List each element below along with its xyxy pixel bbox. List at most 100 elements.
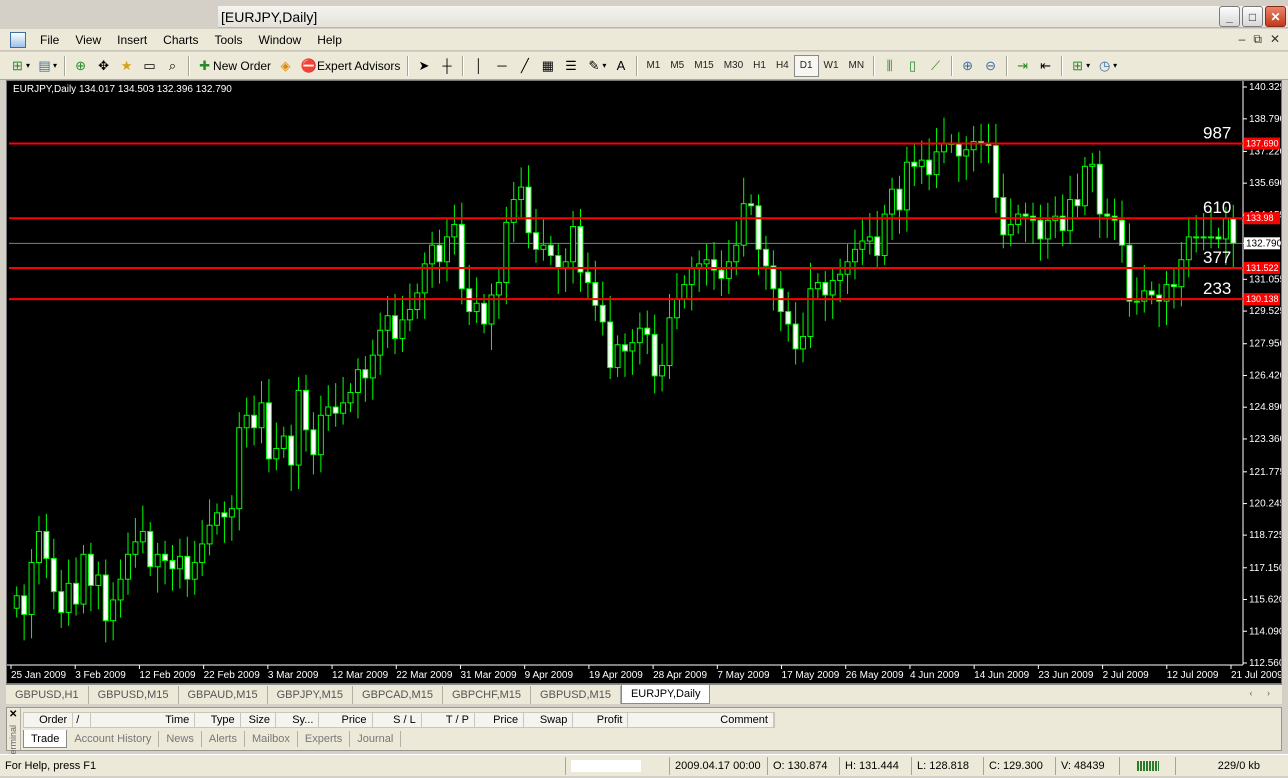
timeframe-m1[interactable]: M1	[641, 55, 665, 77]
chart-tab-gbpchf-m15[interactable]: GBPCHF,M15	[443, 686, 532, 704]
candlestick-button[interactable]: ▯	[901, 55, 924, 77]
timeframe-m15[interactable]: M15	[689, 55, 718, 77]
candle-body	[199, 543, 206, 564]
terminal-tab-account-history[interactable]: Account History	[67, 731, 160, 747]
mdi-restore-button[interactable]: ⧉	[1253, 32, 1262, 47]
chart-tab-gbpcad-m15[interactable]: GBPCAD,M15	[353, 686, 443, 704]
autoscroll-button[interactable]: ⇥	[1011, 55, 1034, 77]
chart-shift-button[interactable]: ⇤	[1034, 55, 1057, 77]
trendline-tool[interactable]: ╱	[513, 55, 536, 77]
terminal-tab-mailbox[interactable]: Mailbox	[245, 731, 298, 747]
candle-body	[570, 226, 577, 263]
expert-advisors-button[interactable]: ⛔ Expert Advisors	[297, 55, 403, 77]
maximize-button[interactable]: □	[1242, 6, 1263, 27]
chart-tab-gbpaud-m15[interactable]: GBPAUD,M15	[179, 686, 268, 704]
crosshair-tool[interactable]: ┼	[435, 55, 458, 77]
market-watch-button[interactable]: ⊕	[69, 55, 92, 77]
terminal-button[interactable]: ▭	[138, 55, 161, 77]
menu-charts[interactable]: Charts	[155, 33, 206, 47]
terminal-tab-trade[interactable]: Trade	[23, 730, 68, 748]
minimize-button[interactable]: _	[1219, 6, 1240, 27]
chart-tab-gbpjpy-m15[interactable]: GBPJPY,M15	[268, 686, 354, 704]
column-comment[interactable]: Comment	[628, 713, 774, 727]
column-take-profit[interactable]: T / P	[422, 713, 475, 727]
timeframe-m5[interactable]: M5	[665, 55, 689, 77]
navigator-button[interactable]: ✥	[92, 55, 115, 77]
terminal-close-icon[interactable]: ✕	[9, 709, 17, 720]
tester-button[interactable]: ⌕	[161, 55, 184, 77]
shapes-icon: ✎	[588, 57, 600, 73]
timeframe-h4[interactable]: H4	[771, 55, 794, 77]
line-chart-button[interactable]: ⟋	[924, 55, 947, 77]
indicators-button[interactable]: ⊞ ▾	[1066, 55, 1093, 77]
horizontal-line-tool[interactable]: ─	[490, 55, 513, 77]
tab-scroll-arrows[interactable]: ‹ ›	[1250, 688, 1277, 698]
shapes-tool[interactable]: ✎ ▾	[582, 55, 609, 77]
candle-body	[303, 389, 310, 431]
toolbar-separator	[1061, 55, 1063, 76]
zoom-out-button[interactable]: ⊖	[979, 55, 1002, 77]
column-type[interactable]: Type	[195, 713, 241, 727]
column-size[interactable]: Size	[241, 713, 277, 727]
terminal-tab-experts[interactable]: Experts	[298, 731, 351, 747]
column-sort-indicator[interactable]: /	[73, 713, 92, 727]
app-icon[interactable]	[10, 31, 26, 48]
channel-tool[interactable]: ▦	[536, 55, 559, 77]
timeframe-d1[interactable]: D1	[793, 54, 819, 77]
time-tick-label: 17 May 2009	[782, 670, 840, 681]
chart-tab-gbpusd-h1[interactable]: GBPUSD,H1	[6, 686, 89, 704]
terminal-tab-alerts[interactable]: Alerts	[202, 731, 245, 747]
chart-window[interactable]: 140.325138.790137.220135.690134.155132.7…	[6, 80, 1282, 684]
menu-help[interactable]: Help	[309, 33, 350, 47]
candle-body	[673, 298, 680, 319]
menu-window[interactable]: Window	[251, 33, 310, 47]
menu-tools[interactable]: Tools	[207, 33, 251, 47]
new-order-button[interactable]: ✚ New Order	[193, 55, 274, 77]
price-tick-label: 131.055	[1249, 274, 1281, 285]
status-volume: V: 48439	[1055, 756, 1119, 775]
column-order[interactable]: Order	[24, 713, 74, 727]
profiles-button[interactable]: ▤ ▾	[33, 55, 60, 77]
bar-chart-button[interactable]: ⫼	[878, 55, 901, 77]
menu-insert[interactable]: Insert	[109, 33, 155, 47]
column-profit[interactable]: Profit	[573, 713, 629, 727]
column-time[interactable]: Time	[91, 713, 196, 727]
chart-tab-eurjpy-daily[interactable]: EURJPY,Daily	[620, 685, 711, 704]
timeframe-w1[interactable]: W1	[819, 55, 844, 77]
column-stop-loss[interactable]: S / L	[373, 713, 422, 727]
mdi-minimize-button[interactable]: –	[1239, 32, 1246, 47]
price-chart[interactable]: 140.325138.790137.220135.690134.155132.7…	[7, 81, 1281, 683]
close-button[interactable]: ✕	[1265, 6, 1286, 27]
periods-button[interactable]: ◷ ▾	[1093, 55, 1120, 77]
column-swap[interactable]: Swap	[524, 713, 574, 727]
terminal-tab-journal[interactable]: Journal	[350, 731, 402, 747]
cursor-tool[interactable]: ➤	[412, 55, 435, 77]
time-tick-label: 7 May 2009	[717, 670, 770, 681]
chart-tab-gbpusd-m15[interactable]: GBPUSD,M15	[89, 686, 179, 704]
favorites-button[interactable]: ★	[115, 55, 138, 77]
alert-button[interactable]: ◈	[274, 55, 297, 77]
timeframe-mn[interactable]: MN	[844, 55, 870, 77]
price-tick-label: 129.525	[1249, 306, 1281, 317]
column-symbol[interactable]: Sy...	[276, 713, 320, 727]
window-titlebar[interactable]: [EURJPY,Daily] _ □ ✕	[218, 6, 1288, 28]
menu-file[interactable]: File	[32, 33, 67, 47]
candle-body	[124, 553, 131, 580]
new-chart-button[interactable]: ⊞ ▾	[6, 55, 33, 77]
fibonacci-tool[interactable]: ☰	[559, 55, 582, 77]
vertical-line-tool[interactable]: │	[467, 55, 490, 77]
toolbar-separator	[636, 55, 638, 76]
terminal-tab-news[interactable]: News	[159, 731, 202, 747]
text-tool[interactable]: A	[609, 55, 632, 77]
chart-tab-gbpusd-m15-2[interactable]: GBPUSD,M15	[531, 686, 621, 704]
timeframe-m30[interactable]: M30	[719, 55, 748, 77]
candle-body	[822, 282, 829, 296]
column-current-price[interactable]: Price	[475, 713, 525, 727]
zoom-in-button[interactable]: ⊕	[956, 55, 979, 77]
column-price[interactable]: Price	[319, 713, 373, 727]
menu-view[interactable]: View	[67, 33, 109, 47]
mdi-close-button[interactable]: ✕	[1270, 32, 1280, 47]
warning-icon: ◈	[280, 57, 291, 73]
timeframe-h1[interactable]: H1	[748, 55, 771, 77]
candle-body	[384, 315, 391, 331]
